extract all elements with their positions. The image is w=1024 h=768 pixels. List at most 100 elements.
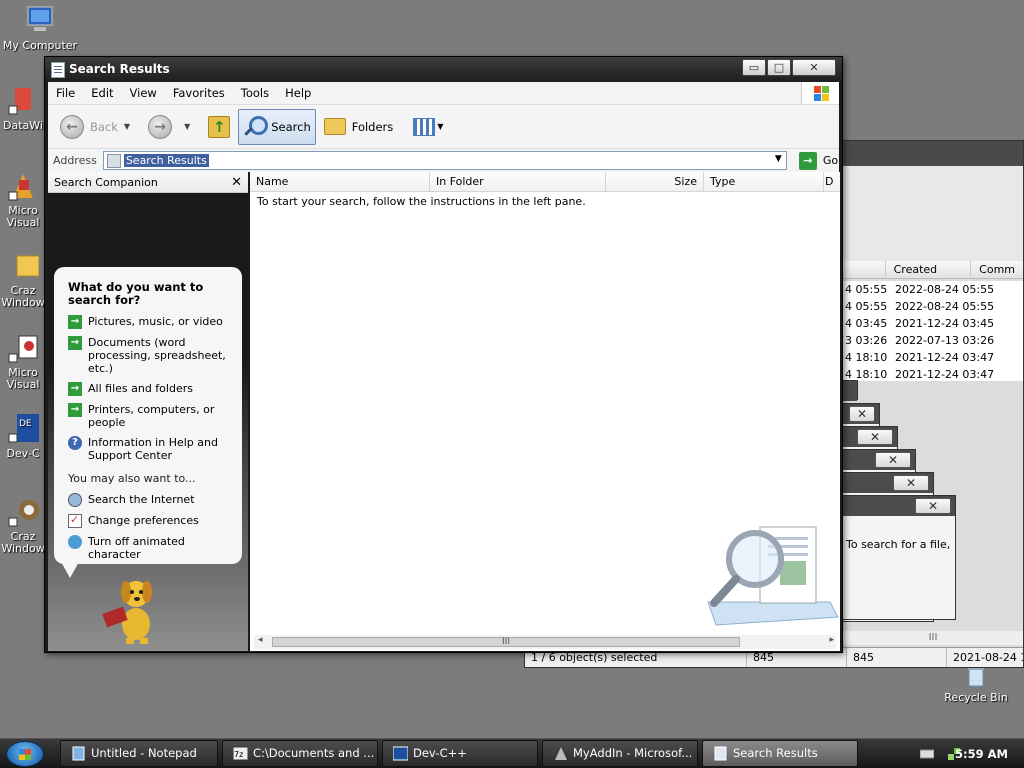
windows-logo-icon xyxy=(801,82,839,104)
table-row[interactable]: 4 05:55 2022-08-24 05:55 xyxy=(843,298,1023,315)
cell-modified: 4 18:10 xyxy=(845,351,888,364)
menu-file[interactable]: File xyxy=(48,86,83,100)
clock[interactable]: 5:59 AM xyxy=(955,739,1008,768)
forward-button[interactable]: → ▼ xyxy=(144,109,200,145)
desktop-icon-crazy-2[interactable]: Craz Window xyxy=(0,496,46,555)
search-results-window[interactable]: Search Results ▭ □ ✕ File Edit View Favo… xyxy=(44,56,843,653)
column-created[interactable]: Created xyxy=(886,261,972,278)
table-row[interactable]: 3 03:26 2022-07-13 03:26 xyxy=(843,332,1023,349)
task-notepad[interactable]: Untitled - Notepad xyxy=(60,740,218,767)
desktop-icon-recycle-bin[interactable]: Recycle Bin xyxy=(936,664,1016,704)
keyboard-icon[interactable] xyxy=(920,748,934,760)
search-dialog[interactable]: ✕ To search for a file, xyxy=(838,495,956,620)
desktop-icon-devc[interactable]: DE Dev-C xyxy=(0,412,46,460)
table-row[interactable]: 4 18:10 2021-12-24 03:47 xyxy=(843,349,1023,366)
dialog-text: To search for a file, xyxy=(846,538,951,551)
scroll-left-icon[interactable]: ◂ xyxy=(258,635,263,645)
option-change-preferences[interactable]: Change preferences xyxy=(68,513,232,528)
menu-tools[interactable]: Tools xyxy=(233,86,277,100)
maximize-button[interactable]: □ xyxy=(767,59,791,76)
start-button[interactable] xyxy=(6,741,44,767)
task-7zip[interactable]: 7z C:\Documents and ... xyxy=(222,740,378,767)
task-search-results[interactable]: Search Results xyxy=(702,740,858,767)
desktop-icon-label: Micro Visual xyxy=(6,205,40,229)
column-type[interactable]: Type xyxy=(704,172,824,191)
minimize-button[interactable]: ▭ xyxy=(742,59,766,76)
option-printers[interactable]: → Printers, computers, or people xyxy=(68,403,232,429)
address-bar: Address Search Results ▼ → Go xyxy=(48,148,839,172)
option-search-internet[interactable]: Search the Internet xyxy=(68,493,232,507)
scroll-thumb[interactable]: III xyxy=(272,637,740,647)
column-in-folder[interactable]: In Folder xyxy=(430,172,606,191)
close-icon[interactable]: ✕ xyxy=(875,452,911,468)
desktop-icon-label: Dev-C xyxy=(6,447,40,460)
column-comment[interactable]: Comm xyxy=(971,261,1023,278)
table-row[interactable]: 4 18:10 2021-12-24 03:47 xyxy=(843,366,1023,383)
title-bar[interactable]: Search Results ▭ □ ✕ xyxy=(45,57,842,82)
desktop-icon-visual-1[interactable]: Micro Visual xyxy=(0,170,46,229)
close-icon[interactable]: ✕ xyxy=(893,475,929,491)
menu-help[interactable]: Help xyxy=(277,86,319,100)
column-date[interactable]: D xyxy=(824,172,840,191)
back-button[interactable]: ← Back ▼ xyxy=(56,109,140,145)
column-name[interactable]: Name xyxy=(250,172,430,191)
option-turn-off-character[interactable]: Turn off animated character xyxy=(68,535,232,561)
cell-created: 2021-12-24 03:47 xyxy=(895,368,995,381)
cell-created: 2021-12-24 03:47 xyxy=(895,351,995,364)
window-icon xyxy=(51,62,65,78)
table-row[interactable]: 4 05:55 2022-08-24 05:55 xyxy=(843,281,1023,298)
search-dog-icon[interactable] xyxy=(96,572,166,647)
toolbar: ← Back ▼ → ▼ ↑ Search Folders ▼ xyxy=(48,104,839,148)
go-button[interactable]: → Go xyxy=(798,151,838,170)
search-button[interactable]: Search xyxy=(238,108,316,145)
horizontal-scrollbar[interactable]: ◂ III ▸ xyxy=(254,635,836,649)
search-companion-pane: Search Companion ✕ What do you want to s… xyxy=(48,172,248,651)
desktop-icon-crazy-1[interactable]: Craz Window xyxy=(0,250,46,309)
scroll-right-icon[interactable]: ▸ xyxy=(829,635,834,645)
desktop-icon-datawi[interactable]: DataWi xyxy=(0,84,46,132)
up-folder-icon: ↑ xyxy=(208,115,231,138)
option-all-files[interactable]: → All files and folders xyxy=(68,382,232,396)
close-icon[interactable]: ✕ xyxy=(849,406,875,422)
desktop-icon-label: Craz Window xyxy=(1,531,45,555)
cell-modified: 4 05:55 xyxy=(845,283,888,296)
results-header: Name In Folder Size Type D xyxy=(250,172,840,192)
desktop-icon-visual-2[interactable]: Micro Visual xyxy=(0,332,46,391)
close-icon[interactable]: ✕ xyxy=(231,172,242,193)
close-button[interactable]: ✕ xyxy=(792,59,836,76)
background-list: 4 05:55 2022-08-24 05:55 4 05:55 2022-08-24… xyxy=(843,281,1023,381)
close-icon[interactable]: ✕ xyxy=(857,429,893,445)
option-documents[interactable]: → Documents (word processing, spreadsheet… xyxy=(68,336,232,375)
table-row[interactable]: 4 03:45 2021-12-24 03:45 xyxy=(843,315,1023,332)
menu-favorites[interactable]: Favorites xyxy=(165,86,233,100)
folders-button[interactable]: Folders xyxy=(320,109,398,145)
option-help-center[interactable]: ? Information in Help and Support Center xyxy=(68,436,232,462)
svg-text:DE: DE xyxy=(19,419,32,429)
task-myaddin[interactable]: MyAddIn - Microsof... xyxy=(542,740,698,767)
green-arrow-icon: → xyxy=(68,315,82,329)
chevron-down-icon[interactable]: ▼ xyxy=(184,122,190,131)
address-field[interactable]: Search Results ▼ xyxy=(102,151,787,170)
option-pictures[interactable]: → Pictures, music, or video xyxy=(68,315,232,329)
cell-created: 2022-08-24 05:55 xyxy=(895,283,995,296)
system-tray: 5:59 AM xyxy=(894,739,1024,768)
chevron-down-icon[interactable]: ▼ xyxy=(124,122,130,131)
horizontal-scrollbar[interactable]: III xyxy=(843,631,1023,645)
menu-bar: File Edit View Favorites Tools Help xyxy=(48,82,839,104)
close-icon[interactable]: ✕ xyxy=(915,498,951,514)
task-devcpp[interactable]: Dev-C++ xyxy=(382,740,538,767)
folders-label: Folders xyxy=(351,119,394,134)
desktop-icon-my-computer[interactable]: My Computer xyxy=(0,4,80,52)
up-folder-button[interactable]: ↑ xyxy=(204,109,234,145)
views-button[interactable]: ▼ xyxy=(409,109,447,145)
search-label: Search xyxy=(271,119,311,134)
desktop-icon-label: Recycle Bin xyxy=(944,691,1008,704)
column-size[interactable]: Size xyxy=(606,172,704,191)
app-icon xyxy=(555,747,567,760)
chevron-down-icon: ▼ xyxy=(437,122,444,131)
menu-view[interactable]: View xyxy=(122,86,165,100)
app-icon xyxy=(7,84,39,116)
chevron-down-icon[interactable]: ▼ xyxy=(775,154,782,164)
cell-created: 2022-07-13 03:26 xyxy=(895,334,995,347)
menu-edit[interactable]: Edit xyxy=(83,86,121,100)
